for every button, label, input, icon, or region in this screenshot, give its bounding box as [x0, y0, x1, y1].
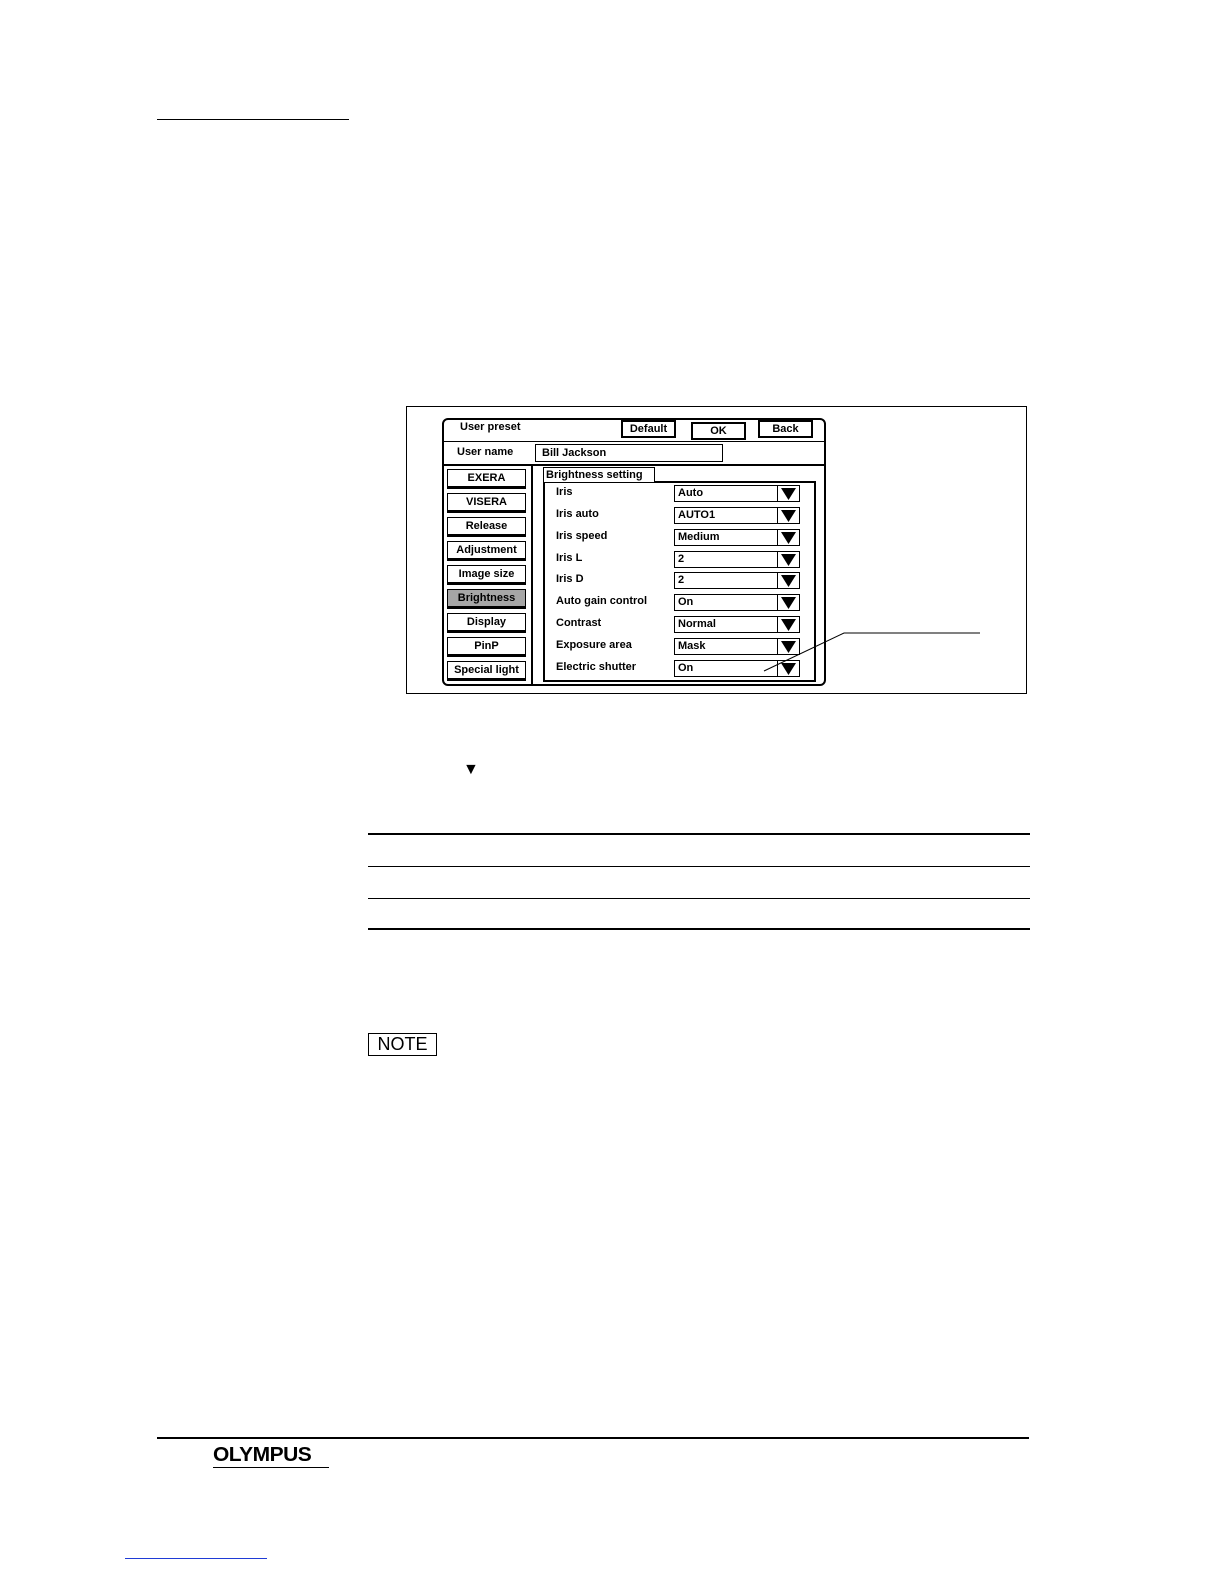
- iris-speed-select-value: Medium: [678, 531, 720, 543]
- iris-select-value: Auto: [678, 487, 704, 499]
- olympus-logo: OLYMPUS: [213, 1444, 312, 1466]
- dropdown-arrow-icon[interactable]: [777, 486, 799, 501]
- table-rule-top: [368, 833, 1030, 835]
- dropdown-arrow-icon[interactable]: [777, 508, 799, 523]
- dropdown-arrow-icon[interactable]: [777, 595, 799, 610]
- brightness-setting-title: Brightness setting: [543, 467, 655, 482]
- setting-label-iris-d: Iris D: [556, 573, 584, 585]
- table-rule-row: [368, 866, 1030, 867]
- header-rule: [157, 119, 349, 120]
- sidebar-item-special-light[interactable]: Special light: [447, 661, 526, 681]
- iris-d-select[interactable]: 2: [674, 572, 800, 589]
- callout-leader-line: [763, 632, 980, 672]
- setting-label-contrast: Contrast: [556, 617, 602, 629]
- table-rule-row: [368, 898, 1030, 899]
- sidebar-item-image-size[interactable]: Image size: [447, 565, 526, 585]
- setting-label-iris-speed: Iris speed: [556, 530, 608, 542]
- sidebar-item-display[interactable]: Display: [447, 613, 526, 633]
- sidebar-item-release[interactable]: Release: [447, 517, 526, 537]
- sidebar-item-brightness[interactable]: Brightness: [447, 589, 526, 609]
- auto-gain-control-select[interactable]: On: [674, 594, 800, 611]
- dropdown-arrow-icon[interactable]: [777, 530, 799, 545]
- sidebar-item-visera[interactable]: VISERA: [447, 493, 526, 513]
- iris-select[interactable]: Auto: [674, 485, 800, 502]
- footer-link-underline[interactable]: [125, 1558, 267, 1559]
- dropdown-arrow-icon[interactable]: [777, 552, 799, 567]
- screen-title: User preset: [460, 421, 521, 433]
- table-rule-bottom: [368, 928, 1030, 930]
- contrast-select-value: Normal: [678, 618, 716, 630]
- iris-auto-select[interactable]: AUTO1: [674, 507, 800, 524]
- iris-l-select-value: 2: [678, 553, 685, 565]
- logo-underline: [213, 1467, 329, 1468]
- sidebar-item-pinp[interactable]: PinP: [447, 637, 526, 657]
- setting-label-electric-shutter: Electric shutter: [556, 661, 637, 673]
- iris-auto-select-value: AUTO1: [678, 509, 716, 521]
- down-triangle-icon: ▼: [463, 761, 479, 778]
- exposure-area-select-value: Mask: [678, 640, 706, 652]
- ok-button[interactable]: OK: [691, 422, 746, 440]
- setting-label-iris-auto: Iris auto: [556, 508, 599, 520]
- user-divider: [443, 464, 825, 466]
- setting-label-iris-l: Iris L: [556, 552, 583, 564]
- sidebar-item-exera[interactable]: EXERA: [447, 469, 526, 489]
- sidebar-divider: [531, 465, 533, 685]
- back-button[interactable]: Back: [758, 420, 813, 438]
- iris-l-select[interactable]: 2: [674, 551, 800, 568]
- user-name-label: User name: [457, 446, 514, 458]
- setting-label-iris: Iris: [556, 486, 573, 498]
- default-button[interactable]: Default: [621, 420, 676, 438]
- electric-shutter-select-value: On: [678, 662, 694, 674]
- iris-d-select-value: 2: [678, 574, 685, 586]
- title-divider: [443, 441, 825, 442]
- user-name-field[interactable]: Bill Jackson: [535, 444, 723, 462]
- note-label: NOTE: [368, 1033, 437, 1056]
- setting-label-auto-gain-control: Auto gain control: [556, 595, 648, 607]
- dropdown-arrow-icon[interactable]: [777, 573, 799, 588]
- iris-speed-select[interactable]: Medium: [674, 529, 800, 546]
- setting-label-exposure-area: Exposure area: [556, 639, 632, 651]
- auto-gain-control-select-value: On: [678, 596, 694, 608]
- sidebar-item-adjustment[interactable]: Adjustment: [447, 541, 526, 561]
- footer-rule: [157, 1437, 1029, 1439]
